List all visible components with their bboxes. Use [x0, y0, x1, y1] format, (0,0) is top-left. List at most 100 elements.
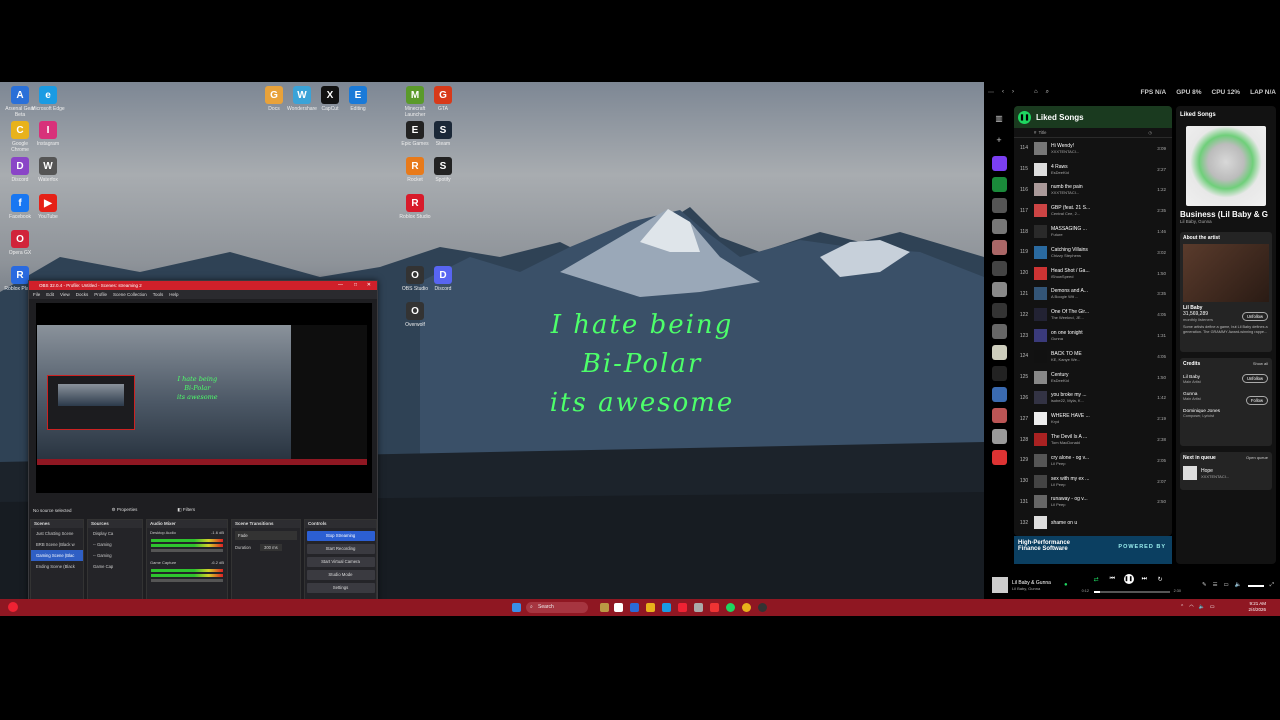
track-row[interactable]: 123 on one tonight Gunna 1:31: [1014, 325, 1172, 346]
player-artist[interactable]: Lil Baby, Gunna: [1012, 586, 1064, 591]
queue-item[interactable]: Hope XXXTENTACI...: [1183, 466, 1269, 480]
source-item[interactable]: -- Gaming: [88, 550, 142, 561]
track-artist[interactable]: EsDeeKid: [1051, 170, 1142, 175]
next-icon[interactable]: ⏭: [1142, 576, 1147, 583]
obs-taskbar-icon[interactable]: [758, 603, 767, 612]
about-artist-card[interactable]: About the artist Lil Baby 31,569,289 mon…: [1180, 232, 1272, 352]
track-artist[interactable]: EsDeeKid: [1051, 378, 1142, 383]
desktop-shortcut[interactable]: O Overwolf: [398, 302, 432, 328]
playlist-thumb[interactable]: [991, 303, 1007, 318]
playlist-thumb[interactable]: [991, 261, 1007, 276]
taskbar-app-icon[interactable]: [678, 603, 687, 612]
chrome-taskbar-icon[interactable]: [742, 603, 751, 612]
track-artist[interactable]: Kryd: [1051, 419, 1142, 424]
source-item[interactable]: Game Cap: [88, 561, 142, 572]
playlist-thumb[interactable]: [991, 408, 1007, 423]
track-row[interactable]: 127 WHERE HAVE ... Kryd 2:19: [1014, 408, 1172, 429]
ad-banner[interactable]: High-Performance Finance Software POWERE…: [1014, 536, 1172, 564]
shuffle-icon[interactable]: ⇄: [1094, 576, 1099, 583]
start-recording-button[interactable]: Start Recording: [306, 544, 375, 554]
track-artist[interactable]: Lil Peep: [1051, 482, 1142, 487]
track-artist[interactable]: isobe22, Myla, K...: [1051, 398, 1142, 403]
desktop-shortcut[interactable]: e Microsoft Edge: [31, 86, 65, 112]
playlist-thumb[interactable]: [991, 219, 1007, 234]
close-icon[interactable]: ✕: [367, 282, 371, 288]
speaker-icon[interactable]: 🔈: [1199, 604, 1205, 610]
virtual-camera-button[interactable]: Start Virtual Camera: [306, 557, 375, 567]
track-row[interactable]: 121 Demons and A... A Boogie Wit ... 3:35: [1014, 284, 1172, 305]
scene-item[interactable]: BRB Scene (Black w: [31, 539, 83, 550]
desktop-shortcut[interactable]: R Roblox Studio: [398, 194, 432, 220]
track-artist[interactable]: XXXTENTACI...: [1051, 149, 1142, 154]
widgets-icon[interactable]: [8, 602, 18, 612]
menu-profile[interactable]: Profile: [94, 292, 107, 297]
menu-edit[interactable]: Edit: [46, 292, 54, 297]
track-artist[interactable]: Future: [1051, 232, 1142, 237]
search-icon[interactable]: ⌕: [1046, 89, 1049, 96]
desktop-shortcut[interactable]: W Waterfox: [31, 157, 65, 183]
desktop-shortcut[interactable]: D Discord: [426, 266, 460, 292]
track-row[interactable]: 124 BACK TO ME KE, Kanye We... 4:05: [1014, 346, 1172, 367]
transition-select[interactable]: Fade: [235, 531, 297, 540]
menu-file[interactable]: File: [33, 292, 40, 297]
track-artist[interactable]: iShowSpeed: [1051, 274, 1142, 279]
playlist-thumb[interactable]: [991, 240, 1007, 255]
desktop-shortcut[interactable]: S Steam: [426, 121, 460, 147]
credit-follow-button[interactable]: Follow: [1245, 396, 1268, 405]
credit-unfollow-button[interactable]: Unfollow: [1241, 374, 1268, 383]
track-artist[interactable]: Lil Peep: [1051, 461, 1142, 466]
track-row[interactable]: 118 MASSAGING ... Future 1:46: [1014, 221, 1172, 242]
progress-bar[interactable]: [1093, 591, 1170, 593]
desktop-shortcut[interactable]: O Opera GX: [3, 230, 37, 256]
properties-button[interactable]: ⚙ Properties: [112, 507, 138, 513]
menu-tools[interactable]: Tools: [153, 292, 164, 297]
taskbar-search[interactable]: ⌕ Search: [526, 602, 588, 613]
menu-view[interactable]: View: [60, 292, 70, 297]
track-row[interactable]: 122 One Of The Gir... The Weeknd, JE... 4:0…: [1014, 304, 1172, 325]
menu-scene-collection[interactable]: Scene Collection: [113, 292, 147, 297]
battery-icon[interactable]: ▭: [1210, 604, 1215, 610]
scene-item[interactable]: Just Chatting Scene: [31, 528, 83, 539]
playlist-thumb[interactable]: [991, 450, 1007, 465]
playlist-thumb[interactable]: [991, 324, 1007, 339]
playlist-thumb[interactable]: [991, 198, 1007, 213]
device-icon[interactable]: ▭: [1224, 582, 1229, 589]
minimize-icon[interactable]: —: [338, 282, 343, 288]
obs-titlebar[interactable]: OBS 32.0.4 - Profile: Untitled - Scenes:…: [29, 281, 377, 290]
track-row[interactable]: 125 Century EsDeeKid 1:50: [1014, 367, 1172, 388]
playlist-thumb[interactable]: [991, 177, 1007, 192]
track-row[interactable]: 126 you broke my ... isobe22, Myla, K... 1:…: [1014, 388, 1172, 409]
spotify-taskbar-icon[interactable]: [726, 603, 735, 612]
menu-docks[interactable]: Docks: [76, 292, 89, 297]
now-playing-song[interactable]: Business (Lil Baby & G: [1176, 206, 1276, 219]
menu-help[interactable]: Help: [169, 292, 178, 297]
repeat-icon[interactable]: ↻: [1158, 576, 1163, 583]
playlist-thumb[interactable]: [991, 282, 1007, 297]
track-row[interactable]: 132 shame on u: [1014, 512, 1172, 533]
obs-window[interactable]: OBS 32.0.4 - Profile: Untitled - Scenes:…: [28, 280, 378, 611]
liked-check-icon[interactable]: ●: [1064, 582, 1068, 588]
more-icon[interactable]: ⋯: [988, 89, 994, 96]
duration-input[interactable]: 300 ms: [260, 544, 282, 551]
track-artist[interactable]: Central Cee, 2...: [1051, 211, 1142, 216]
taskbar-app-icon[interactable]: [630, 603, 639, 612]
maximize-icon[interactable]: □: [354, 282, 357, 288]
track-artist[interactable]: Lil Peep: [1051, 502, 1142, 507]
track-artist[interactable]: The Weeknd, JE...: [1051, 315, 1142, 320]
show-all-link[interactable]: Show all: [1253, 361, 1268, 366]
pause-icon[interactable]: ❚❚: [1018, 110, 1031, 124]
track-row[interactable]: 116 numb the pain XXXTENTACI... 1:22: [1014, 180, 1172, 201]
chevron-up-icon[interactable]: ⌃: [1180, 604, 1184, 610]
track-artist[interactable]: A Boogie Wit ...: [1051, 294, 1142, 299]
track-artist[interactable]: XXXTENTACI...: [1051, 190, 1142, 195]
queue-icon[interactable]: ☰: [1213, 582, 1218, 589]
track-artist[interactable]: Chizzy Stephens: [1051, 253, 1142, 258]
stop-streaming-button[interactable]: Stop Streaming: [306, 531, 375, 541]
taskbar-app-icon[interactable]: [600, 603, 609, 612]
track-row[interactable]: 114 Hi Wendy! XXXTENTACI... 3:09: [1014, 138, 1172, 159]
track-row[interactable]: 119 Catching Villains Chizzy Stephens 3:02: [1014, 242, 1172, 263]
liked-songs-thumb[interactable]: [991, 156, 1007, 171]
volume-icon[interactable]: 🔈: [1235, 582, 1242, 589]
filters-button[interactable]: ◧ Filters: [177, 507, 195, 513]
start-icon[interactable]: [512, 603, 521, 612]
